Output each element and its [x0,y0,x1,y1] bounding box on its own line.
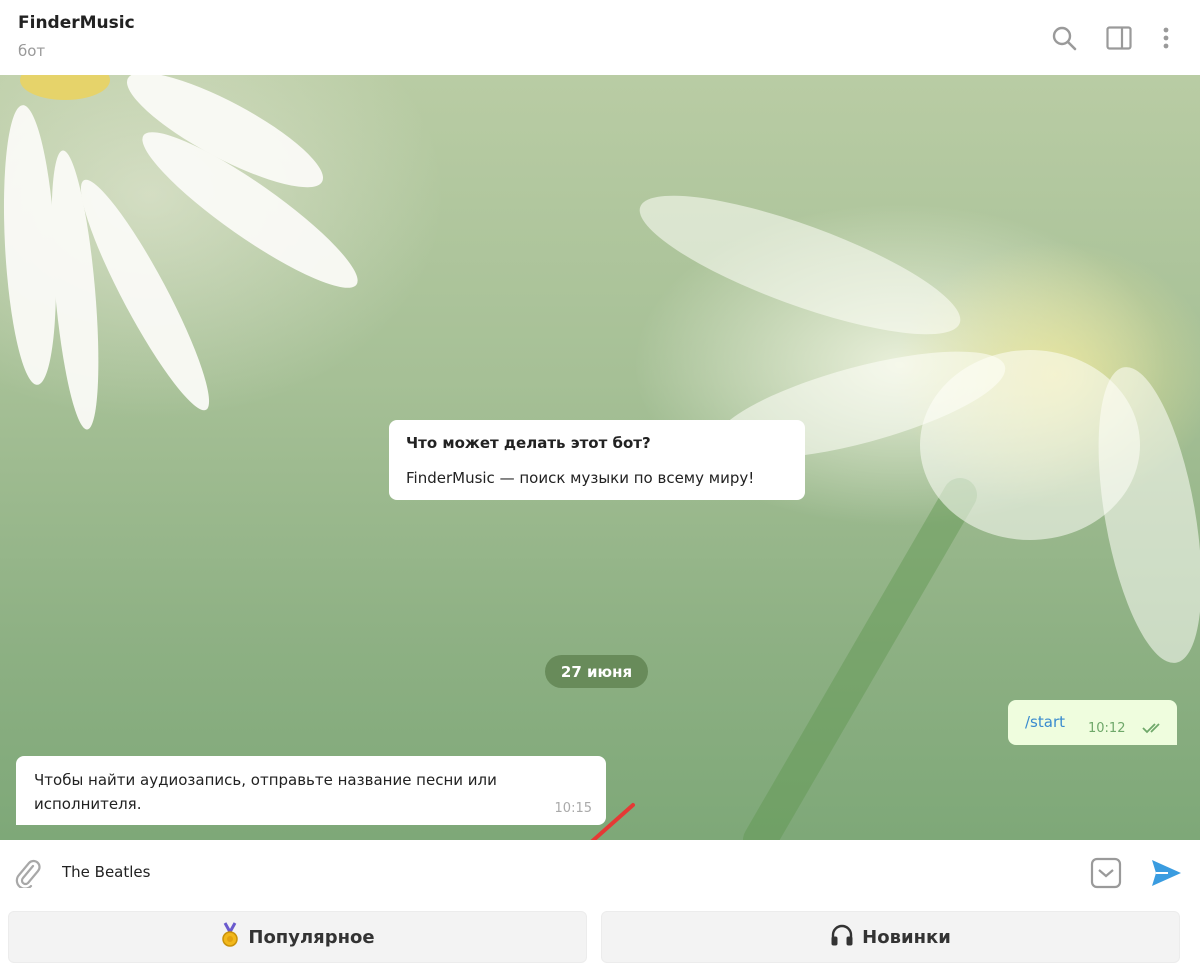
keyboard-toggle-icon[interactable] [1090,857,1122,893]
search-icon[interactable] [1050,24,1078,52]
bot-intro-card: Что может делать этот бот? FinderMusic —… [389,420,805,500]
message-text: Чтобы найти аудиозапись, отправьте назва… [34,771,497,813]
message-input[interactable] [62,858,1062,886]
chat-title[interactable]: FinderMusic [18,13,135,33]
message-composer [0,840,1200,906]
chat-header: FinderMusic бот [0,0,1200,75]
bot-intro-text: FinderMusic — поиск музыки по всему миру… [406,469,755,487]
incoming-message[interactable]: Чтобы найти аудиозапись, отправьте назва… [16,756,606,825]
message-text[interactable]: /start [1025,713,1065,731]
attach-icon[interactable] [14,858,42,892]
bot-intro-title: Что может делать этот бот? [406,434,651,452]
outgoing-message[interactable]: /start 10:12 [1008,700,1177,745]
headphones-icon [830,924,854,951]
more-vert-icon[interactable] [1152,24,1180,52]
date-separator: 27 июня [545,655,648,688]
keyboard-button-new[interactable]: Новинки [601,911,1180,963]
keyboard-button-label: Новинки [862,926,951,948]
keyboard-button-label: Популярное [248,926,375,948]
medal-icon [220,921,240,953]
keyboard-button-popular[interactable]: Популярное [8,911,587,963]
message-time: 10:12 [1088,721,1126,736]
chat-background: Что может делать этот бот? FinderMusic —… [0,75,1200,840]
sidebar-toggle-icon[interactable] [1105,24,1133,52]
bot-keyboard: Популярное Новинки [0,906,1200,968]
double-check-icon [1142,720,1166,738]
chat-subtitle: бот [18,42,46,60]
send-icon[interactable] [1150,857,1182,893]
annotation-arrow [590,803,635,840]
